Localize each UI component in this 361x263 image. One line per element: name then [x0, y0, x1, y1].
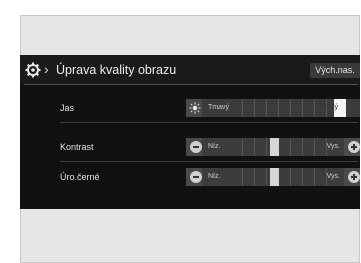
slider-segment [278, 99, 279, 117]
black-level-decrease-button[interactable] [186, 168, 202, 186]
gear-icon [25, 62, 41, 78]
slider-min-label: Níz. [208, 173, 221, 180]
slider-segment [254, 99, 255, 117]
header-bar: › Úprava kvality obrazu Vých.nas. [20, 55, 360, 85]
slider-segment [254, 138, 255, 156]
brightness-decrease-area[interactable] [186, 99, 202, 117]
setting-row-contrast: Kontrast Níz. Vys. [20, 135, 360, 162]
slider-segment [314, 99, 315, 117]
page-title: Úprava kvality obrazu [56, 63, 177, 77]
slider-segment [290, 138, 291, 156]
contrast-decrease-button[interactable] [186, 138, 202, 156]
slider-max-label: Vys. [326, 173, 340, 180]
chevron-right-icon: › [44, 61, 49, 77]
minus-icon [190, 171, 202, 183]
plus-icon [348, 141, 360, 153]
black-level-handle[interactable] [270, 168, 279, 186]
minus-icon [190, 141, 202, 153]
header-divider [24, 84, 358, 85]
slider-segment [242, 99, 243, 117]
picture-settings-screen: › Úprava kvality obrazu Vých.nas. Jas Tm… [20, 55, 360, 209]
contrast-handle[interactable] [270, 138, 279, 156]
slider-segment [242, 138, 243, 156]
slider-max-label: Vys. [326, 143, 340, 150]
slider-segment [314, 168, 315, 186]
slider-min-label: Tmavý [208, 104, 229, 111]
slider-segment [266, 168, 267, 186]
slider-segment [290, 99, 291, 117]
slider-segment [266, 99, 267, 117]
slider-segment [302, 99, 303, 117]
contrast-slider[interactable]: Níz. Vys. [186, 138, 360, 156]
slider-segment [290, 168, 291, 186]
slider-segment [302, 168, 303, 186]
default-settings-button[interactable]: Vých.nas. [310, 63, 360, 78]
black-level-increase-button[interactable] [344, 168, 360, 186]
brightness-slider[interactable]: Tmavý Světlý [186, 99, 360, 117]
slider-segment [314, 138, 315, 156]
setting-label: Jas [60, 103, 75, 113]
setting-row-brightness: Jas Tmavý Světlý [20, 96, 360, 123]
plus-icon [348, 171, 360, 183]
setting-row-black-level: Úro.černé Níz. Vys. [20, 165, 360, 189]
sun-icon [189, 102, 201, 114]
black-level-slider[interactable]: Níz. Vys. [186, 168, 360, 186]
setting-label: Úro.černé [60, 172, 100, 182]
contrast-increase-button[interactable] [344, 138, 360, 156]
row-divider [60, 161, 358, 162]
setting-label: Kontrast [60, 142, 94, 152]
slider-max-label: Světlý [318, 104, 338, 111]
slider-min-label: Níz. [208, 143, 221, 150]
slider-segment [242, 168, 243, 186]
row-divider [60, 122, 358, 123]
slider-segment [254, 168, 255, 186]
slider-segment [266, 138, 267, 156]
slider-segment [302, 138, 303, 156]
